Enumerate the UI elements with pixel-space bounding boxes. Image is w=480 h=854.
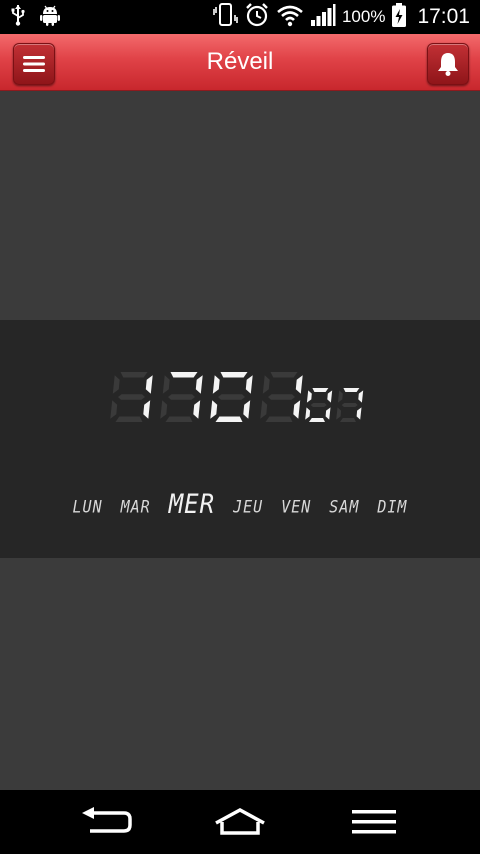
page-title: Réveil — [206, 48, 274, 75]
battery-percent: 100% — [341, 7, 386, 26]
back-icon — [82, 807, 132, 833]
battery-charging-icon — [391, 2, 407, 32]
status-left — [10, 4, 62, 30]
signal-icon — [310, 3, 336, 31]
weekday-row: LUN MAR MER JEU VEN SAM DIM — [0, 489, 480, 530]
status-bar: 100% 17:01 — [0, 0, 480, 34]
day-mer[interactable]: MER — [160, 489, 224, 520]
wifi-icon — [276, 3, 304, 31]
usb-icon — [10, 4, 26, 30]
day-lun[interactable]: LUN — [64, 497, 112, 517]
bell-icon — [438, 53, 458, 76]
day-jeu[interactable]: JEU — [224, 497, 272, 517]
clock-panel: LUN MAR MER JEU VEN SAM DIM — [0, 320, 480, 558]
navigation-bar — [0, 790, 480, 854]
home-button[interactable] — [210, 804, 270, 840]
home-icon — [215, 808, 265, 835]
day-dim[interactable]: DIM — [368, 497, 416, 517]
clock-digit-2 — [160, 372, 203, 422]
seconds-digit-1 — [305, 388, 333, 422]
day-mar[interactable]: MAR — [112, 497, 160, 517]
app-bar: Réveil — [0, 34, 480, 91]
day-sam[interactable]: SAM — [320, 497, 368, 517]
android-icon — [38, 3, 62, 31]
clock-digit-4 — [260, 372, 303, 422]
menu-icon — [352, 810, 396, 834]
status-right: 100% 17:01 — [212, 0, 470, 34]
clock-digit-1 — [110, 372, 153, 422]
alarm-icon — [244, 2, 270, 32]
vibrate-icon — [212, 2, 238, 32]
clock-digit-3 — [210, 372, 253, 422]
day-ven[interactable]: VEN — [272, 497, 320, 517]
recent-menu-button[interactable] — [344, 804, 404, 840]
back-button[interactable] — [76, 804, 136, 840]
status-time: 17:01 — [417, 5, 470, 28]
seconds-digit-2 — [336, 388, 364, 422]
alarm-button[interactable] — [427, 43, 469, 85]
